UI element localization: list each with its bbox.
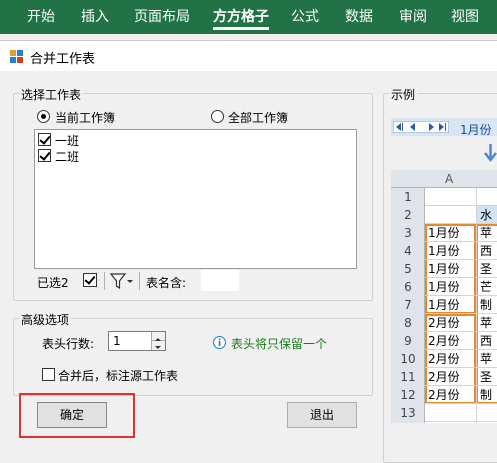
sheet-name-filter-label: 表名含:	[146, 276, 187, 290]
cell-a: 1月份	[428, 262, 460, 276]
cell-b: 西	[480, 334, 493, 348]
cell-b	[480, 188, 497, 207]
cell-b: 苹	[480, 316, 493, 330]
header-rows-value[interactable]: 1	[113, 334, 121, 348]
dialog-title: 合并工作表	[30, 52, 96, 67]
example-spreadsheet: A 1 2 水 3 1月份苹 4 1月份西 5 1月份圣 6 1月份芒 7 1月份制 8 2月份苹 9 2月份西…	[391, 170, 497, 423]
tab-formulas[interactable]: 公式	[291, 0, 319, 34]
radio-all-workbooks[interactable]	[211, 110, 224, 123]
ribbon-bar: 开始 插入 页面布局 方方格子 公式 数据 审阅 视图	[0, 0, 497, 34]
app-icon	[10, 50, 23, 63]
row-header: 1	[404, 190, 412, 204]
sheet-nav-icon	[393, 121, 449, 133]
cell-b: 水	[480, 208, 493, 222]
sheet-name[interactable]: 二班	[55, 148, 79, 165]
header-rows-label: 表头行数:	[42, 337, 95, 351]
divider	[104, 272, 105, 290]
divider	[139, 272, 140, 290]
radio-current-label[interactable]: 当前工作簿	[55, 109, 115, 126]
cell-b: 芒	[480, 280, 493, 294]
sheet-name[interactable]: 一班	[55, 132, 79, 149]
tab-view[interactable]: 视图	[451, 0, 479, 34]
radio-all-label[interactable]: 全部工作簿	[228, 109, 288, 126]
cell-b: 圣	[480, 370, 493, 384]
header-rows-stepper[interactable]: 1	[108, 331, 166, 351]
cell-b: 制	[480, 388, 493, 402]
info-text: 表头将只保留一个	[231, 337, 328, 351]
sheet-name-filter-input[interactable]	[201, 270, 239, 291]
row-header: 12	[400, 388, 416, 402]
arrow-down-icon	[155, 346, 161, 349]
filter-icon[interactable]	[110, 272, 134, 290]
cell-a: 1月份	[428, 280, 460, 294]
tab-page-layout[interactable]: 页面布局	[134, 0, 190, 34]
tab-data[interactable]: 数据	[345, 0, 373, 34]
tab-insert[interactable]: 插入	[81, 0, 109, 34]
cell-a: 2月份	[428, 334, 460, 348]
cell-a	[428, 188, 476, 207]
cell-a: 2月份	[428, 388, 460, 402]
cell-a: 1月份	[428, 244, 460, 258]
cell-a: 1月份	[428, 226, 460, 240]
cell-a: 1月份	[428, 298, 460, 312]
cell-a: 2月份	[428, 352, 460, 366]
example-legend: 示例	[389, 86, 418, 103]
row-header: 3	[404, 226, 412, 240]
example-sheet-tab: 1月份	[460, 123, 492, 137]
selected-count: 已选2	[37, 276, 69, 290]
row-header: 7	[404, 298, 412, 312]
cell-a: 2月份	[428, 370, 460, 384]
sheet-list[interactable]: 一班 二班	[34, 129, 357, 269]
merge-sheets-dialog: 合并工作表 选择工作表 当前工作簿 全部工作簿 一班 二班 已选2 表名含: 高…	[0, 40, 497, 463]
stepper-up-button[interactable]	[151, 332, 165, 341]
cell-b: 苹	[480, 352, 493, 366]
advanced-options-legend: 高级选项	[19, 311, 72, 328]
row-header: 2	[404, 208, 412, 222]
arrow-down-icon	[484, 144, 497, 163]
row-header: 6	[404, 280, 412, 294]
cell-b: 西	[480, 244, 493, 258]
advanced-options-group	[13, 318, 373, 396]
row-header: 9	[404, 334, 412, 348]
cell-a: 2月份	[428, 316, 460, 330]
cell-b: 苹	[480, 226, 493, 240]
column-header-row	[391, 170, 497, 188]
row-header: 5	[404, 262, 412, 276]
mark-source-checkbox[interactable]	[42, 368, 55, 381]
sheet-checkbox[interactable]	[38, 149, 51, 162]
cell-a	[428, 206, 476, 225]
row-header: 11	[400, 370, 416, 384]
tab-home[interactable]: 开始	[27, 0, 55, 34]
exit-button[interactable]: 退出	[287, 402, 357, 428]
stepper-down-button[interactable]	[151, 341, 165, 350]
cell-b	[480, 404, 497, 423]
dialog-titlebar[interactable]: 合并工作表	[0, 41, 497, 71]
select-sheets-legend: 选择工作表	[19, 86, 84, 103]
cell-b: 制	[480, 298, 493, 312]
radio-current-workbook[interactable]	[37, 110, 50, 123]
sheet-checkbox[interactable]	[38, 133, 51, 146]
tab-review[interactable]: 审阅	[399, 0, 427, 34]
cell-a	[428, 404, 476, 423]
row-header: 10	[400, 352, 416, 366]
tab-fangfang[interactable]: 方方格子	[213, 0, 269, 34]
row-header: 8	[404, 316, 412, 330]
info-icon	[213, 336, 226, 349]
ok-button-highlight	[19, 393, 135, 438]
row-header: 4	[404, 244, 412, 258]
cell-b: 圣	[480, 262, 493, 276]
row-header: 13	[400, 406, 416, 420]
select-all-checkbox[interactable]	[83, 273, 97, 287]
mark-source-label[interactable]: 合并后，标注源工作表	[58, 367, 178, 384]
grid-line	[476, 188, 477, 423]
column-header-a: A	[445, 172, 454, 186]
